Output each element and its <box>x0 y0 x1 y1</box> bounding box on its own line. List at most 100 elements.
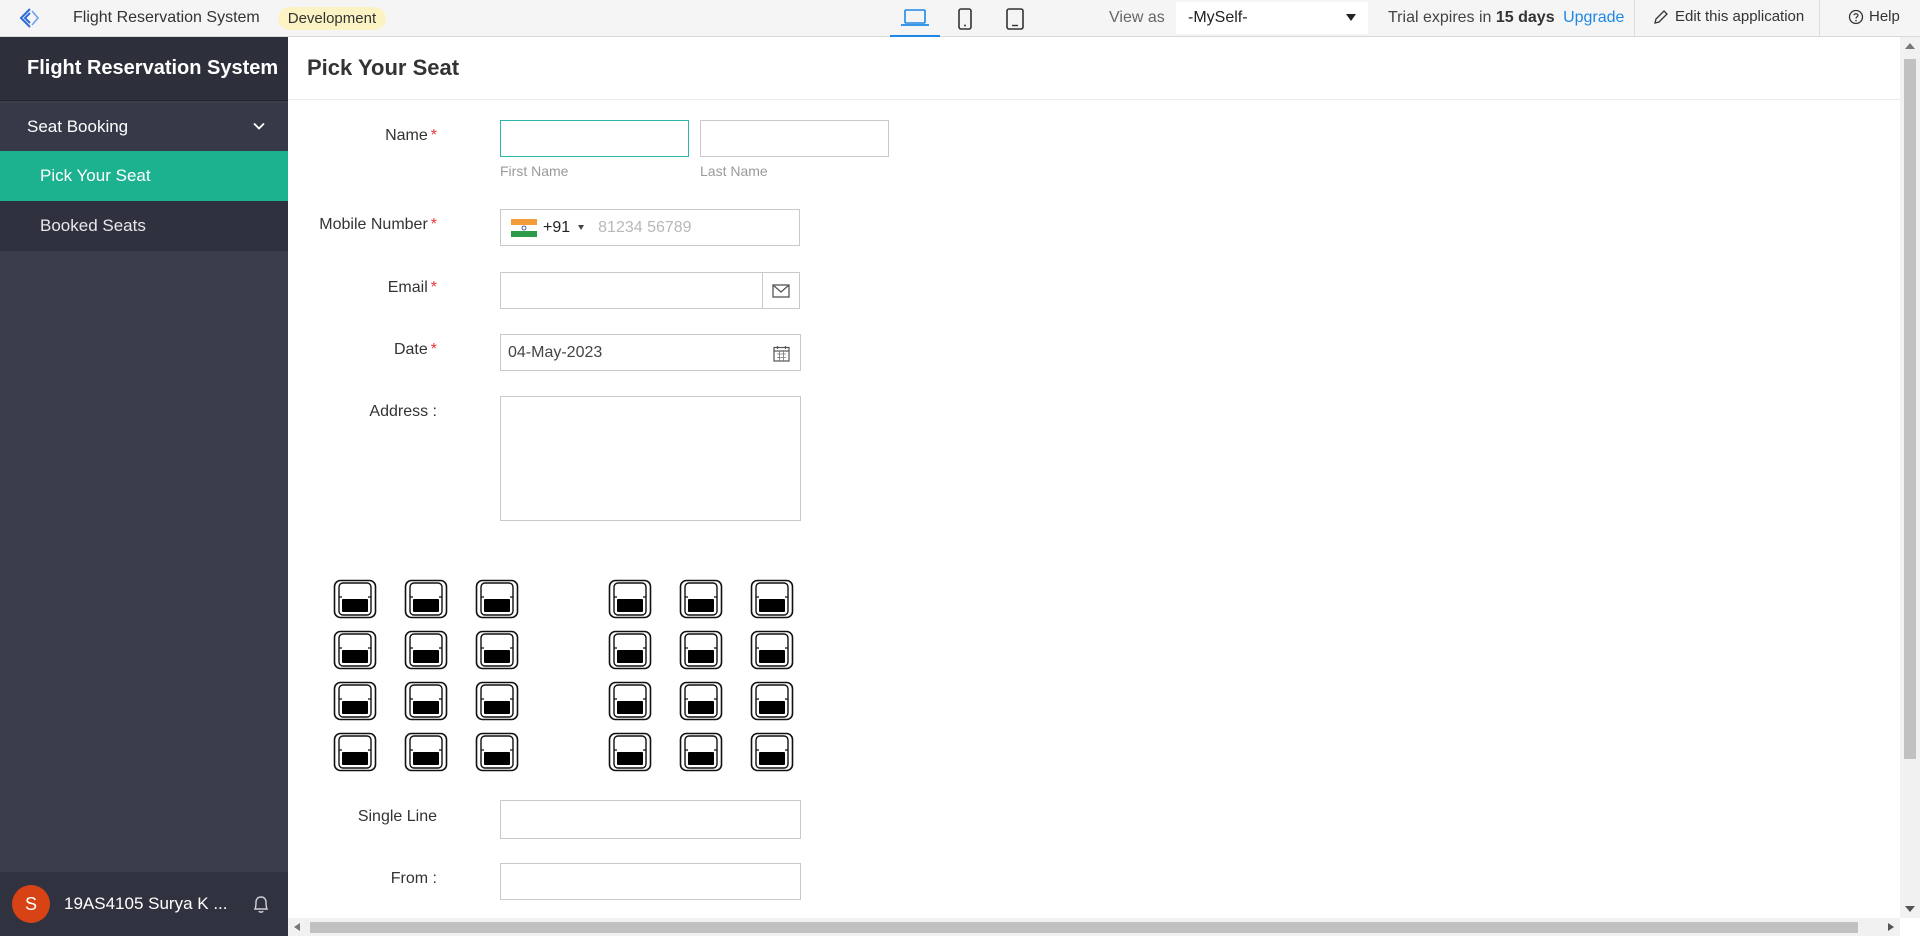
help-icon <box>1848 9 1864 24</box>
seat-icon[interactable] <box>679 630 723 670</box>
first-name-hint: First Name <box>500 163 569 179</box>
seat-icon[interactable] <box>475 630 519 670</box>
seat-icon[interactable] <box>404 681 448 721</box>
bell-icon[interactable] <box>252 894 270 914</box>
seat-icon[interactable] <box>404 630 448 670</box>
single-line-input[interactable] <box>500 800 801 839</box>
user-name[interactable]: 19AS4105 Surya K ... <box>64 894 234 914</box>
seat-icon[interactable] <box>608 681 652 721</box>
tablet-icon[interactable] <box>990 0 1040 37</box>
sidebar-item-pick-your-seat[interactable]: Pick Your Seat <box>0 151 288 201</box>
avatar[interactable]: S <box>12 885 50 923</box>
view-as-value: -MySelf- <box>1188 9 1248 26</box>
sidebar-title: Flight Reservation System <box>0 37 288 101</box>
seat-icon[interactable] <box>608 630 652 670</box>
seat-icon[interactable] <box>333 681 377 721</box>
envelope-icon <box>772 283 790 298</box>
main-content: Pick Your Seat Name * First Name Last Nam… <box>288 37 1900 918</box>
email-input[interactable] <box>500 272 763 309</box>
mobile-number-label: Mobile Number * <box>319 216 437 233</box>
trial-prefix: Trial expires in <box>1388 9 1492 26</box>
seat-icon[interactable] <box>608 732 652 772</box>
email-envelope-button <box>762 272 800 309</box>
first-name-input[interactable] <box>500 120 689 157</box>
seat-icon[interactable] <box>404 579 448 619</box>
seat-icon[interactable] <box>475 732 519 772</box>
seat-icon[interactable] <box>679 732 723 772</box>
horizontal-scroll-thumb[interactable] <box>310 922 1858 933</box>
environment-badge[interactable]: Development <box>277 6 387 30</box>
seat-icon[interactable] <box>750 732 794 772</box>
seat-icon[interactable] <box>333 732 377 772</box>
divider <box>1634 0 1635 37</box>
scroll-left-arrow-icon[interactable] <box>294 923 300 931</box>
india-flag-icon <box>511 218 537 237</box>
mobile-number-field: +91 81234 56789 <box>500 209 800 246</box>
view-as-dropdown[interactable]: -MySelf- <box>1176 2 1368 34</box>
edit-application-label: Edit this application <box>1675 8 1805 25</box>
seat-icon[interactable] <box>333 579 377 619</box>
seat-icon[interactable] <box>608 579 652 619</box>
sidebar-item-booked-seats[interactable]: Booked Seats <box>0 201 288 251</box>
from-label: From : <box>390 870 437 887</box>
pencil-icon <box>1654 9 1668 24</box>
trial-days: 15 days <box>1495 9 1555 26</box>
vertical-scroll-thumb[interactable] <box>1904 59 1916 759</box>
vertical-scrollbar[interactable] <box>1900 37 1920 918</box>
single-line-label: Single Line <box>357 808 437 825</box>
last-name-input[interactable] <box>700 120 889 157</box>
address-label: Address : <box>369 403 437 420</box>
help-label: Help <box>1869 8 1900 25</box>
date-label: Date * <box>393 341 437 358</box>
device-preview-switcher <box>890 0 1040 37</box>
phone-icon[interactable] <box>940 0 990 37</box>
seat-icon[interactable] <box>679 681 723 721</box>
caret-down-icon <box>1346 14 1356 21</box>
sidebar-section-label: Seat Booking <box>27 117 129 136</box>
user-panel: S 19AS4105 Surya K ... <box>0 872 288 936</box>
scroll-down-arrow-icon[interactable] <box>1905 906 1915 912</box>
horizontal-scrollbar[interactable] <box>288 918 1900 936</box>
laptop-icon[interactable] <box>890 0 940 37</box>
top-bar: Flight Reservation System Development Vi… <box>0 0 1920 37</box>
seat-icon[interactable] <box>333 630 377 670</box>
scroll-up-arrow-icon[interactable] <box>1905 43 1915 49</box>
upgrade-link[interactable]: Upgrade <box>1563 9 1624 26</box>
name-label-text: Name <box>385 127 428 144</box>
from-input[interactable] <box>500 863 801 900</box>
date-value: 04-May-2023 <box>508 343 603 361</box>
address-textarea[interactable] <box>500 396 801 521</box>
trial-notice: Trial expires in 15 days Upgrade <box>1388 9 1624 27</box>
view-as-label: View as <box>1109 9 1165 26</box>
country-code: +91 <box>543 218 571 236</box>
help-button[interactable]: Help <box>1848 8 1900 25</box>
seat-icon[interactable] <box>750 630 794 670</box>
mobile-number-label-text: Mobile Number <box>319 216 428 233</box>
mobile-number-input[interactable]: 81234 56789 <box>598 219 691 237</box>
app-name: Flight Reservation System <box>73 9 260 26</box>
seat-icon[interactable] <box>475 681 519 721</box>
name-label: Name * <box>385 127 437 144</box>
seat-icon[interactable] <box>404 732 448 772</box>
date-label-text: Date <box>393 341 428 358</box>
page-header: Pick Your Seat <box>288 37 1900 100</box>
sidebar-section-seat-booking[interactable]: Seat Booking <box>0 103 288 151</box>
email-label-text: Email <box>387 279 428 296</box>
divider <box>1819 0 1820 37</box>
seat-icon[interactable] <box>750 579 794 619</box>
edit-application-button[interactable]: Edit this application <box>1653 8 1804 25</box>
caret-down-icon <box>578 225 585 230</box>
email-label: Email * <box>387 279 437 296</box>
scroll-right-arrow-icon[interactable] <box>1888 923 1894 931</box>
calendar-icon[interactable] <box>773 345 790 362</box>
page-title: Pick Your Seat <box>307 55 460 80</box>
seat-icon[interactable] <box>475 579 519 619</box>
last-name-hint: Last Name <box>700 163 768 179</box>
sidebar: Flight Reservation System Seat Booking P… <box>0 37 288 936</box>
app-logo-icon[interactable] <box>0 0 60 37</box>
date-input[interactable]: 04-May-2023 <box>500 334 801 371</box>
seat-icon[interactable] <box>679 579 723 619</box>
seat-icon[interactable] <box>750 681 794 721</box>
country-code-selector[interactable]: +91 <box>511 218 585 237</box>
chevron-down-icon <box>253 122 265 130</box>
